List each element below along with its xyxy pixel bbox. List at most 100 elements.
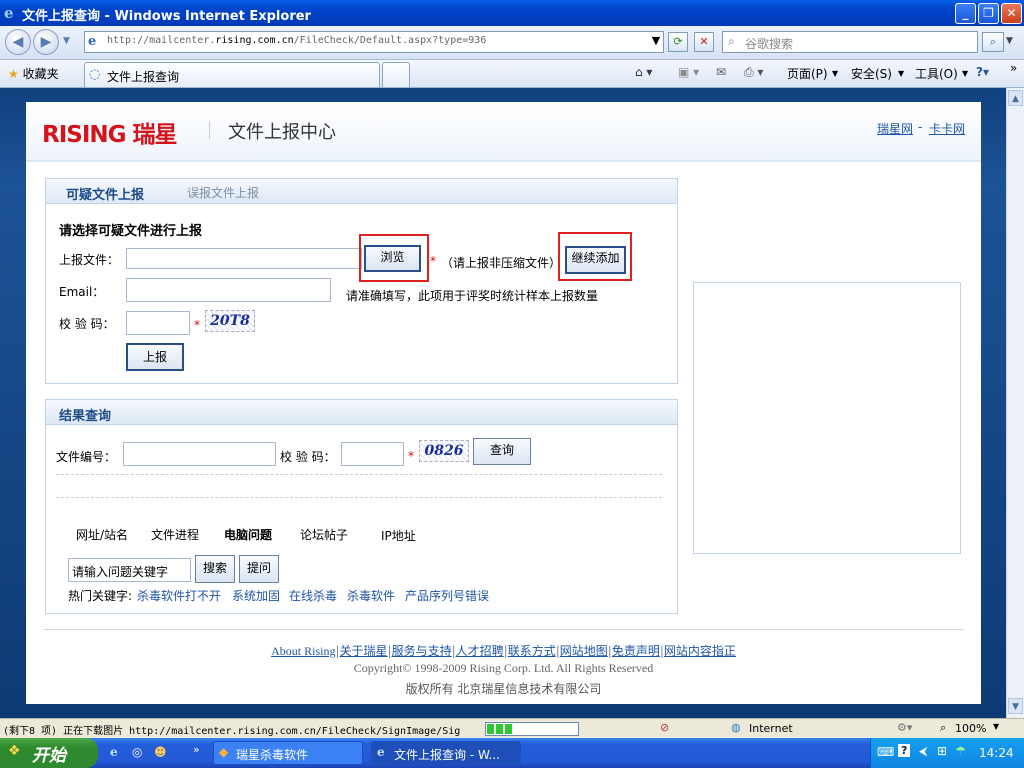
tray-keyboard-icon[interactable]: ⌨: [877, 745, 894, 759]
file-number-label: 文件编号：: [56, 450, 117, 464]
submit-upload-button[interactable]: 上报: [126, 343, 184, 371]
site-title: 文件上报中心: [228, 122, 336, 143]
footer-link-about[interactable]: About Rising: [271, 644, 335, 658]
tray-back-icon[interactable]: ⮜: [919, 744, 928, 759]
address-toolbar: ◀ ▶ ▼ e http://mailcenter.rising.com.cn/…: [0, 26, 1024, 60]
rising-logo[interactable]: RISING 瑞星: [42, 115, 178, 149]
tray-network-icon[interactable]: ⊞: [937, 744, 947, 758]
page-menu[interactable]: 页面(P): [787, 65, 828, 82]
tray-help-icon[interactable]: ?: [898, 744, 911, 757]
footer-link-feedback[interactable]: 网站内容指正: [664, 644, 736, 658]
search-options-icon[interactable]: ▼: [1006, 36, 1013, 46]
ask-button[interactable]: 提问: [239, 555, 279, 583]
feeds-icon[interactable]: ▣ ▾: [678, 65, 699, 79]
window-title: 文件上报查询 - Windows Internet Explorer: [22, 9, 311, 24]
result-divider-2: [56, 497, 662, 498]
scroll-down-icon[interactable]: ▼: [1008, 698, 1023, 714]
safety-menu[interactable]: 安全(S): [851, 65, 892, 82]
upload-panel-tabs: 可疑文件上报 误报文件上报: [46, 179, 677, 204]
hot-keyword-link[interactable]: 杀毒软件打不开: [137, 587, 221, 604]
hot-keyword-link[interactable]: 杀毒软件: [347, 587, 395, 604]
footer-link-contact[interactable]: 联系方式: [508, 644, 556, 658]
home-icon[interactable]: ⌂ ▾: [635, 65, 652, 79]
back-button[interactable]: ◀: [5, 29, 31, 55]
globe-icon: ◍: [731, 721, 741, 734]
new-tab-button[interactable]: [382, 62, 410, 87]
tab-page-icon: ◌: [89, 67, 101, 82]
rising-site-link[interactable]: 瑞星网: [877, 120, 913, 137]
file-input[interactable]: [126, 248, 362, 269]
footer-link-support[interactable]: 服务与支持: [392, 644, 452, 658]
hot-keyword-link[interactable]: 产品序列号错误: [405, 587, 489, 604]
email-input[interactable]: [126, 278, 331, 302]
address-dropdown-icon[interactable]: ▼: [646, 32, 666, 52]
security-zone: Internet: [749, 722, 793, 735]
footer-link-jobs[interactable]: 人才招聘: [456, 644, 504, 658]
query-button[interactable]: 查询: [473, 438, 531, 465]
history-dropdown-icon[interactable]: ▼: [63, 36, 70, 46]
footer-link-disclaimer[interactable]: 免责声明: [612, 644, 660, 658]
print-icon[interactable]: ⎙ ▾: [744, 65, 763, 80]
vertical-scrollbar[interactable]: ▲ ▼: [1006, 88, 1024, 718]
result-captcha-label: 校 验 码：: [280, 450, 336, 464]
search-input[interactable]: ⌕ 谷歌搜索: [722, 31, 978, 53]
refresh-icon[interactable]: ⟳: [668, 32, 688, 52]
ie-icon: e: [4, 4, 14, 22]
tray-umbrella-icon[interactable]: ☂: [955, 744, 966, 758]
zoom-icon: ⌕: [940, 721, 947, 734]
zoom-level[interactable]: 100%: [955, 722, 986, 735]
mail-icon[interactable]: ✉: [716, 65, 726, 79]
tab-false-positive-upload[interactable]: 误报文件上报: [187, 184, 259, 201]
scroll-up-icon[interactable]: ▲: [1008, 90, 1023, 106]
footer-link-sitemap[interactable]: 网站地图: [560, 644, 608, 658]
more-commands-icon[interactable]: »: [1010, 61, 1017, 75]
maximize-button[interactable]: ❐: [978, 3, 999, 24]
tools-menu-chevron-icon: ▼: [962, 69, 969, 78]
footer-rule: [44, 629, 963, 630]
hot-keyword-link[interactable]: 在线杀毒: [289, 587, 337, 604]
address-bar[interactable]: e http://mailcenter.rising.com.cn/FileCh…: [84, 31, 664, 53]
tab-current[interactable]: ◌ 文件上报查询: [84, 62, 380, 87]
hot-keyword-link[interactable]: 系统加固: [232, 587, 280, 604]
tools-menu[interactable]: 工具(O): [915, 65, 958, 82]
close-button[interactable]: ✕: [1001, 3, 1022, 24]
keyword-input[interactable]: 请输入问题关键字: [68, 558, 191, 582]
category-pc-problem[interactable]: 电脑问题: [224, 526, 272, 543]
upload-captcha-input[interactable]: [126, 311, 190, 335]
safety-menu-chevron-icon: ▼: [898, 69, 905, 78]
result-panel: 结果查询 文件编号： 校 验 码： * 0826 查询 网址/站名 文件进程 电…: [45, 399, 678, 614]
taskbar-item-ie[interactable]: e 文件上报查询 - W...: [371, 741, 521, 765]
browse-button[interactable]: 浏览: [364, 245, 421, 272]
help-icon[interactable]: ?▾: [976, 65, 989, 79]
quicklaunch-ie-icon[interactable]: e: [110, 745, 118, 759]
start-button[interactable]: ❖ 开始: [0, 738, 98, 768]
category-ip[interactable]: IP地址: [381, 527, 416, 544]
favorites-button[interactable]: ★ 收藏夹: [8, 65, 59, 82]
kaka-site-link[interactable]: 卡卡网: [929, 120, 965, 137]
file-number-input[interactable]: [123, 442, 276, 466]
forward-button[interactable]: ▶: [33, 29, 59, 55]
zoom-chevron-icon[interactable]: ▼: [993, 722, 999, 731]
address-url: http://mailcenter.rising.com.cn/FileChec…: [107, 35, 487, 46]
blocked-content-icon[interactable]: ⊘: [660, 721, 669, 734]
tab-suspicious-upload[interactable]: 可疑文件上报: [66, 184, 144, 203]
footer-link-about-cn[interactable]: 关于瑞星: [340, 644, 388, 658]
stop-icon[interactable]: ✕: [694, 32, 714, 52]
result-captcha-input[interactable]: [341, 442, 404, 466]
category-url[interactable]: 网址/站名: [76, 526, 128, 543]
quicklaunch-browser-icon[interactable]: ◎: [132, 745, 142, 759]
category-process[interactable]: 文件进程: [151, 526, 199, 543]
keyword-search-button[interactable]: 搜索: [195, 555, 235, 583]
add-more-button[interactable]: 继续添加: [565, 246, 626, 274]
quicklaunch-more-icon[interactable]: »: [193, 743, 200, 756]
page-menu-chevron-icon: ▼: [832, 69, 839, 78]
page-icon: e: [88, 34, 97, 49]
result-heading: 结果查询: [59, 409, 112, 424]
minimize-button[interactable]: _: [955, 3, 976, 24]
taskbar-item-rising[interactable]: ◆ 瑞星杀毒软件: [213, 741, 363, 765]
category-forum[interactable]: 论坛帖子: [300, 526, 348, 543]
tray-clock[interactable]: 14:24: [979, 746, 1014, 760]
protected-mode-icon[interactable]: ⚙▾: [897, 721, 912, 734]
search-button[interactable]: ⌕: [982, 32, 1004, 52]
quicklaunch-app-icon[interactable]: ☻: [154, 745, 167, 759]
